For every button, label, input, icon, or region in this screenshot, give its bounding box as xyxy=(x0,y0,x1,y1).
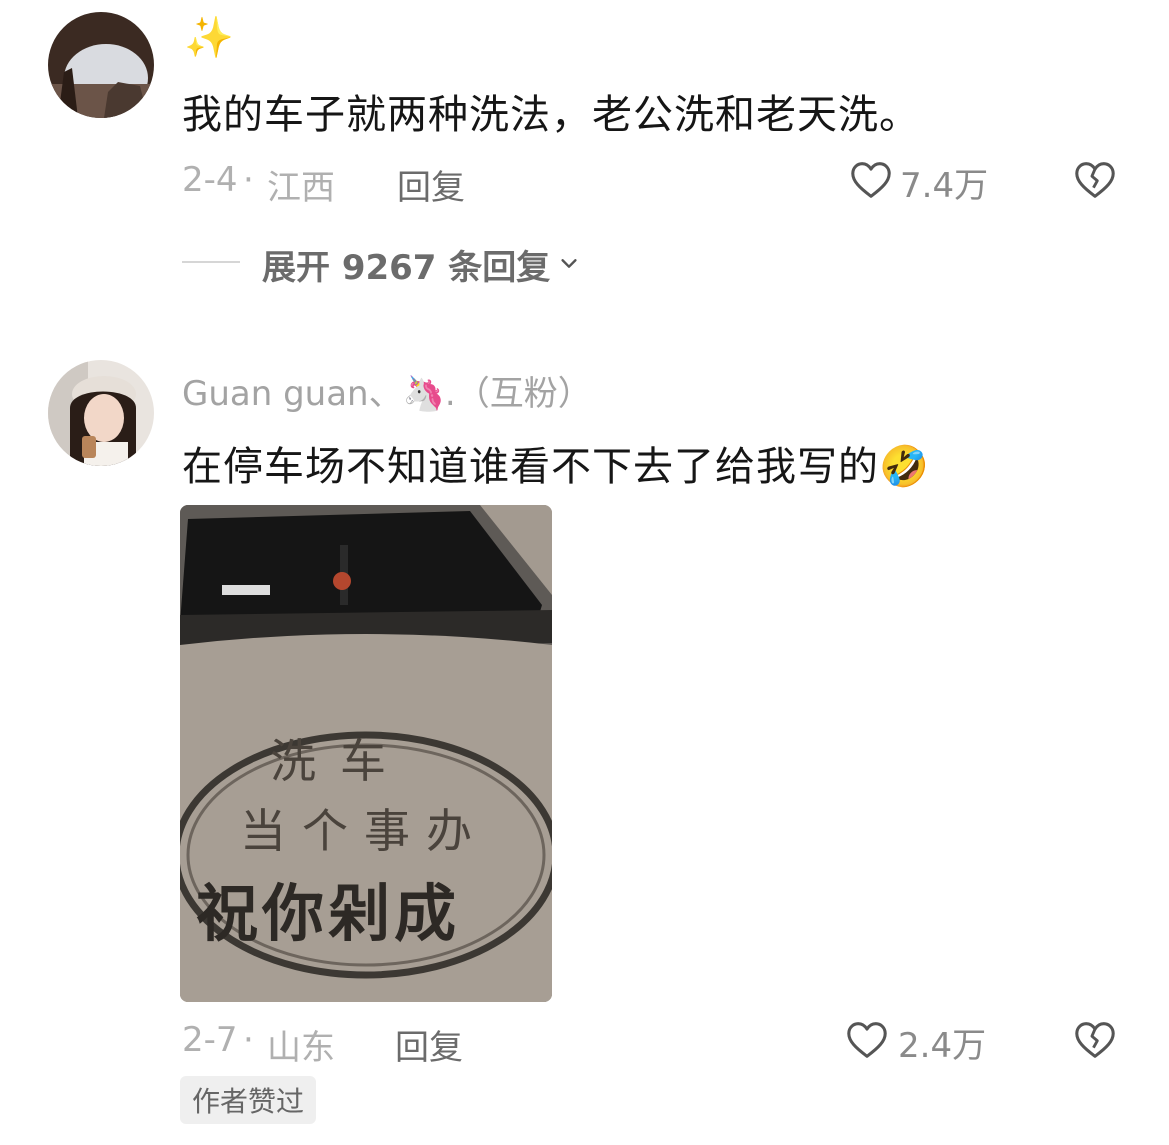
author-liked-badge: 作者赞过 xyxy=(180,1076,317,1124)
comment-date: 2-7 xyxy=(182,1020,238,1060)
expand-replies-button[interactable]: 展开 9267 条回复 xyxy=(262,240,580,289)
image-handwriting-line-1: 洗车 xyxy=(270,734,410,788)
like-count: 2.4万 xyxy=(898,1025,987,1066)
broken-heart-icon[interactable] xyxy=(1072,157,1118,207)
like-button[interactable]: 2.4万 xyxy=(844,1017,986,1067)
like-button[interactable]: 7.4万 xyxy=(848,157,988,207)
chevron-down-icon xyxy=(558,252,580,278)
heart-outline-icon xyxy=(848,157,894,207)
like-count: 7.4万 xyxy=(900,165,989,206)
image-handwriting-line-2: 当个事办 xyxy=(240,804,488,858)
comment-text: 在停车场不知道谁看不下去了给我写的🤣 xyxy=(182,444,930,490)
reply-button[interactable]: 回复 xyxy=(395,1020,463,1069)
meta-separator: · xyxy=(243,160,254,200)
expand-replies-label: 展开 9267 条回复 xyxy=(262,248,551,288)
username[interactable]: Guan guan、🦄.（互粉） xyxy=(182,366,592,415)
meta-separator: · xyxy=(243,1020,254,1060)
avatar[interactable] xyxy=(48,360,154,466)
comment-image[interactable]: 洗车 当个事办 祝你剁成 xyxy=(180,505,552,1002)
heart-outline-icon xyxy=(844,1017,890,1067)
comment-date: 2-4 xyxy=(182,160,238,200)
comment-location: 江西 xyxy=(267,168,335,208)
reply-button[interactable]: 回复 xyxy=(397,160,465,209)
broken-heart-icon[interactable] xyxy=(1072,1017,1118,1067)
expand-divider xyxy=(182,261,240,263)
username[interactable]: ✨ xyxy=(184,14,234,61)
comment-text: 我的车子就两种洗法，老公洗和老天洗。 xyxy=(182,92,920,138)
comment-location: 山东 xyxy=(267,1028,335,1068)
image-handwriting-line-3: 祝你剁成 xyxy=(196,877,461,950)
avatar[interactable] xyxy=(48,12,154,118)
